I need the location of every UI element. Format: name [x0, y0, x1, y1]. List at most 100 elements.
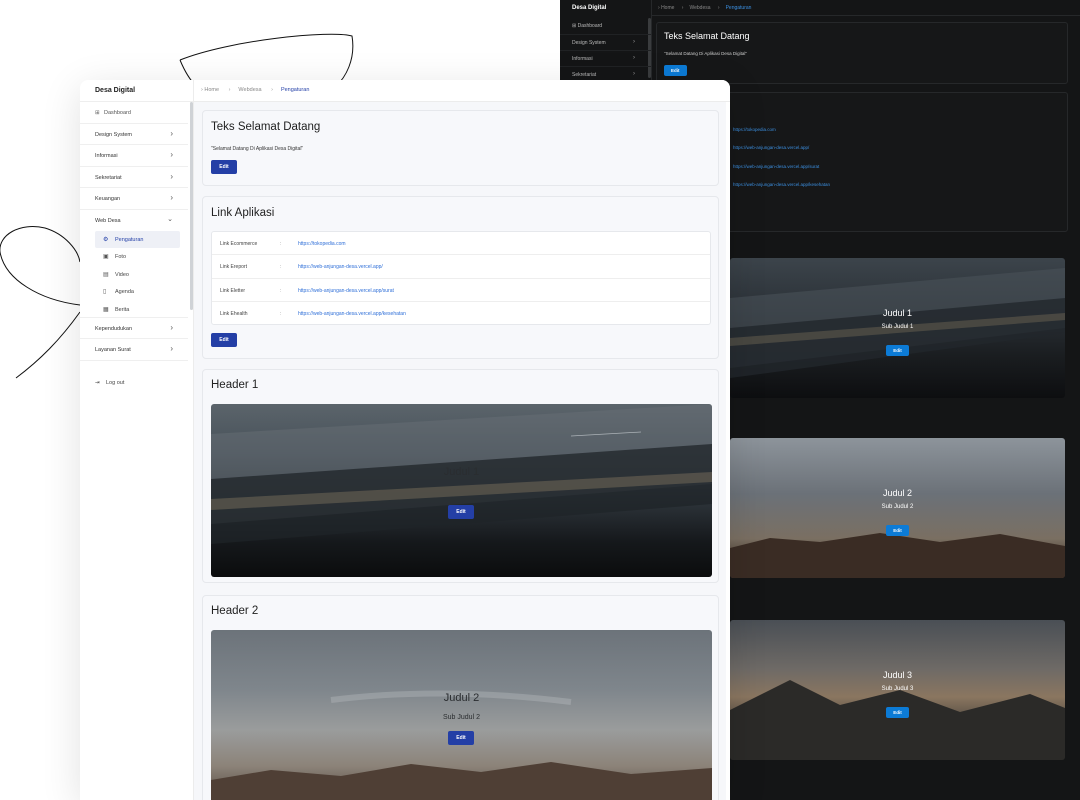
links-edit-button[interactable]: Edit — [211, 333, 237, 347]
dark-breadcrumb-webdesa[interactable]: Webdesa — [689, 5, 710, 11]
link-label: Link Ehealth — [220, 310, 248, 317]
links-card: Link Aplikasi Link Ecommerce : https://t… — [202, 196, 719, 359]
welcome-text: "Selamat Datang Di Aplikasi Desa Digital… — [211, 146, 304, 152]
link-separator: : — [280, 310, 282, 317]
logout-button[interactable]: ⇥ Log out — [95, 380, 124, 386]
sidebar-item-layanan-surat[interactable]: Layanan Surat › — [80, 339, 188, 361]
image-icon: ▣ — [103, 254, 109, 261]
welcome-title: Teks Selamat Datang — [211, 121, 321, 133]
sidebar: Desa Digital ⊞ Dashboard Design System › I… — [80, 80, 194, 800]
gear-icon: ⚙ — [103, 237, 109, 243]
link-separator: : — [280, 287, 282, 294]
chevron-right-icon: › — [717, 5, 720, 11]
dark-header3-banner: Judul 3 Sub Judul 3 Edit — [730, 620, 1065, 760]
link-label: Link Eletter — [220, 287, 246, 294]
breadcrumb-home[interactable]: Home — [204, 87, 219, 93]
sidebar-scrollbar[interactable] — [190, 102, 193, 310]
dark-link-ehealth[interactable]: https://web-anjungan-desa.vercel.app/kes… — [733, 182, 830, 187]
links-table: Link Ecommerce : https://tokopedia.com L… — [211, 231, 711, 325]
chevron-right-icon: › — [170, 193, 173, 202]
dark-header1-sub: Sub Judul 1 — [881, 324, 914, 330]
logout-icon: ⇥ — [95, 380, 100, 386]
chevron-right-icon: › — [681, 5, 684, 11]
brand: Desa Digital — [80, 80, 193, 102]
chevron-right-icon: › — [633, 55, 635, 61]
clipboard-icon: ▯ — [103, 289, 107, 296]
dark-welcome-title: Teks Selamat Datang — [664, 31, 750, 41]
dark-header1-edit-button[interactable]: Edit — [886, 345, 909, 356]
header2-title: Header 2 — [211, 605, 259, 617]
dark-welcome-card: Teks Selamat Datang "Selamat Datang Di A… — [656, 22, 1068, 84]
header1-heading: Judul 1 — [443, 466, 480, 478]
header1-banner: Judul 1 Edit — [211, 404, 712, 577]
light-app-window: Desa Digital ⊞ Dashboard Design System › I… — [80, 80, 730, 800]
dark-header3-sub: Sub Judul 3 — [881, 686, 914, 692]
chevron-down-icon: ⌄ — [167, 215, 173, 223]
table-row: Link Ecommerce : https://tokopedia.com — [212, 232, 710, 256]
table-row: Link Ereport : https://web-anjungan-desa… — [212, 255, 710, 279]
sidebar-item-kependudukan[interactable]: Kependudukan › — [80, 318, 188, 340]
dark-welcome-text: "Selamat Datang Di Aplikasi Desa Digital… — [664, 51, 747, 56]
sidebar-subitem-agenda[interactable]: ▯ Agenda — [80, 283, 188, 300]
header1-edit-button[interactable]: Edit — [448, 505, 474, 519]
link-url[interactable]: https://web-anjungan-desa.vercel.app/kes… — [298, 311, 406, 317]
train-image — [211, 404, 712, 544]
sidebar-item-dashboard[interactable]: ⊞ Dashboard — [80, 102, 188, 124]
dark-header2-banner: Judul 2 Sub Judul 2 Edit — [730, 438, 1065, 578]
sidebar-subitem-pengaturan[interactable]: ⚙ Pengaturan — [95, 231, 180, 249]
header2-banner: Judul 2 Sub Judul 2 Edit — [211, 630, 712, 800]
link-url[interactable]: https://web-anjungan-desa.vercel.app/ — [298, 264, 383, 270]
dark-link-eletter[interactable]: https://web-anjungan-desa.vercel.app/sur… — [733, 164, 819, 169]
dark-header1-banner: Judul 1 Sub Judul 1 Edit — [730, 258, 1065, 398]
link-label: Link Ereport — [220, 264, 247, 271]
table-row: Link Ehealth : https://web-anjungan-desa… — [212, 302, 710, 325]
sidebar-item-informasi[interactable]: Informasi › — [80, 145, 188, 167]
sidebar-subitem-berita[interactable]: ▦ Berita — [80, 301, 188, 318]
dark-breadcrumb: › Home › Webdesa › Pengaturan — [652, 0, 1080, 16]
dark-brand: Desa Digital — [572, 5, 607, 11]
dark-nav-informasi[interactable]: Informasi › — [560, 50, 651, 66]
header1-title: Header 1 — [211, 379, 259, 391]
chevron-right-icon: › — [170, 128, 173, 138]
link-url[interactable]: https://tokopedia.com — [298, 241, 346, 247]
welcome-edit-button[interactable]: Edit — [211, 160, 237, 174]
dark-header2-heading: Judul 2 — [882, 488, 913, 498]
chevron-right-icon: › — [271, 87, 273, 93]
dark-header3-heading: Judul 3 — [882, 670, 913, 680]
film-icon: ▤ — [103, 271, 109, 278]
chevron-right-icon: › — [170, 322, 173, 332]
dark-header2-edit-button[interactable]: Edit — [886, 525, 909, 536]
dark-welcome-edit-button[interactable]: Edit — [664, 65, 687, 76]
sidebar-item-design-system[interactable]: Design System › — [80, 124, 188, 145]
grid-icon: ⊞ — [95, 110, 100, 116]
chevron-right-icon: › — [228, 87, 231, 93]
links-title: Link Aplikasi — [211, 207, 275, 219]
dark-breadcrumb-current: Pengaturan — [725, 5, 752, 11]
stage: Desa Digital ⊞ Dashboard Design System › … — [0, 0, 1080, 800]
sidebar-item-keuangan[interactable]: Keuangan › — [80, 188, 188, 210]
chevron-right-icon: › — [170, 344, 173, 354]
sidebar-subitem-foto[interactable]: ▣ Foto — [80, 248, 188, 265]
sidebar-item-web-desa[interactable]: Web Desa ⌄ — [80, 210, 188, 232]
dark-nav-design-system[interactable]: Design System › — [560, 34, 651, 50]
dark-nav-dashboard[interactable]: ⊞ Dashboard — [560, 18, 651, 34]
dark-link-ecommerce[interactable]: https://tokopedia.com — [733, 127, 776, 132]
table-row: Link Eletter : https://web-anjungan-desa… — [212, 279, 710, 302]
chevron-right-icon: › — [633, 71, 635, 77]
breadcrumb-webdesa[interactable]: Webdesa — [238, 87, 261, 93]
dark-header3-edit-button[interactable]: Edit — [886, 707, 909, 718]
link-url[interactable]: https://web-anjungan-desa.vercel.app/sur… — [298, 288, 394, 294]
dark-link-ereport[interactable]: https://web-anjungan-desa.vercel.app/ — [733, 145, 809, 150]
link-separator: : — [280, 241, 282, 247]
breadcrumb: › Home › Webdesa › Pengaturan — [194, 80, 730, 102]
main-scrollbar[interactable] — [726, 102, 730, 800]
link-label: Link Ecommerce — [220, 241, 258, 247]
link-separator: : — [280, 264, 282, 271]
chevron-right-icon: › — [170, 171, 173, 181]
sidebar-subitem-video[interactable]: ▤ Video — [80, 266, 188, 283]
breadcrumb-current: Pengaturan — [280, 87, 310, 93]
sidebar-item-sekretariat[interactable]: Sekretariat › — [80, 167, 188, 188]
sidebar-nav: ⊞ Dashboard Design System › Informasi › Sek… — [80, 102, 188, 361]
header2-edit-button[interactable]: Edit — [448, 731, 474, 745]
dark-breadcrumb-home[interactable]: Home — [661, 5, 674, 11]
